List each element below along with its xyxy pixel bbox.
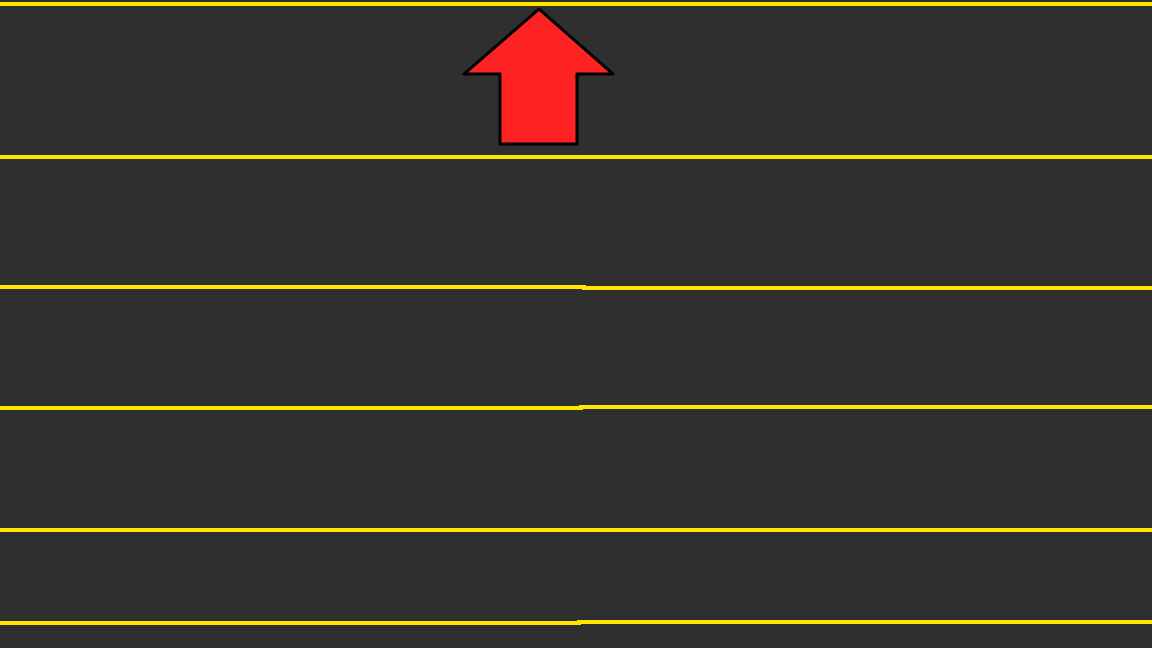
road-canvas: [0, 0, 1152, 648]
lane-line: [0, 405, 1152, 410]
lane-line: [0, 285, 1152, 290]
game-board: [0, 0, 1152, 648]
lane-line: [0, 620, 1152, 625]
